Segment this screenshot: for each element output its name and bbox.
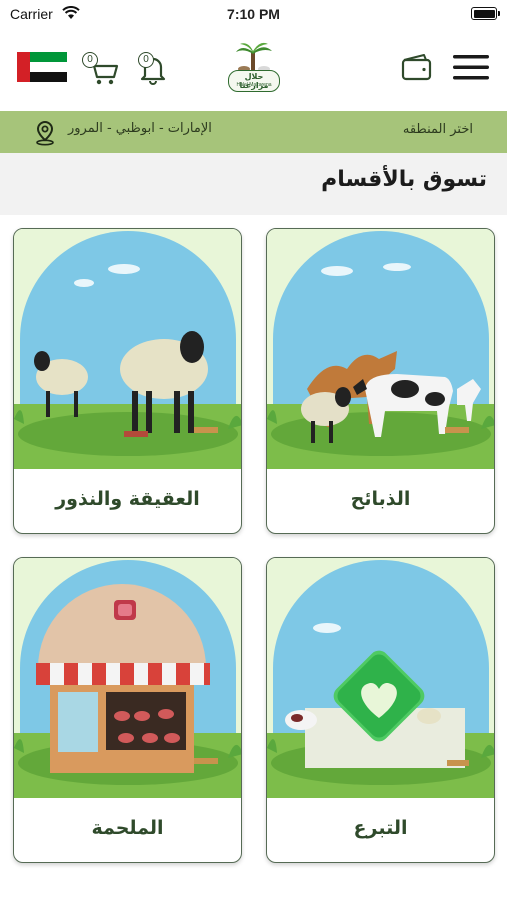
category-label: التبرع <box>353 817 408 839</box>
wallet-button[interactable] <box>400 52 434 82</box>
status-bar: Carrier 7:10 PM <box>0 0 507 30</box>
location-pin-icon <box>36 120 54 146</box>
battery-icon <box>471 7 500 20</box>
category-card-aqiqah[interactable]: العقيقة والنذور <box>13 228 242 534</box>
category-label: الذبائح <box>350 488 411 510</box>
category-card-butchery[interactable]: الملحمة <box>13 557 242 863</box>
category-card-slaughter[interactable]: الذبائح <box>266 228 495 534</box>
choose-region-label[interactable]: اختر المنطقه <box>403 122 473 137</box>
category-card-donation[interactable]: التبرع <box>266 557 495 863</box>
logo-badge: حلال مزارعنا Halal Mazarena <box>228 70 280 92</box>
section-title: تسوق بالأقسام <box>321 167 487 192</box>
category-label: العقيقة والنذور <box>55 488 200 510</box>
category-image <box>267 229 494 469</box>
uae-flag-icon[interactable] <box>17 52 67 82</box>
category-image <box>14 229 241 469</box>
section-header: تسوق بالأقسام <box>0 153 507 215</box>
category-image <box>14 558 241 798</box>
category-label: الملحمة <box>91 817 164 839</box>
location-bar[interactable]: الإمارات - ابوظبي - المرور اختر المنطقه <box>0 111 507 153</box>
cart-button[interactable]: 0 <box>80 50 120 86</box>
category-image <box>267 558 494 798</box>
cart-count-badge: 0 <box>82 52 98 68</box>
wallet-icon <box>401 54 432 81</box>
brand-logo[interactable]: حلال مزارعنا Halal Mazarena <box>222 40 286 96</box>
top-bar: 0 0 حلال مزارعنا Halal Mazarena <box>0 30 507 110</box>
menu-icon <box>453 55 489 80</box>
clock: 7:10 PM <box>227 6 280 22</box>
menu-button[interactable] <box>451 50 491 84</box>
selected-region[interactable]: الإمارات - ابوظبي - المرور <box>68 121 212 136</box>
notifications-button[interactable]: 0 <box>136 50 170 86</box>
logo-english-text: Halal Mazarena <box>236 82 272 88</box>
notification-count-badge: 0 <box>138 52 154 68</box>
